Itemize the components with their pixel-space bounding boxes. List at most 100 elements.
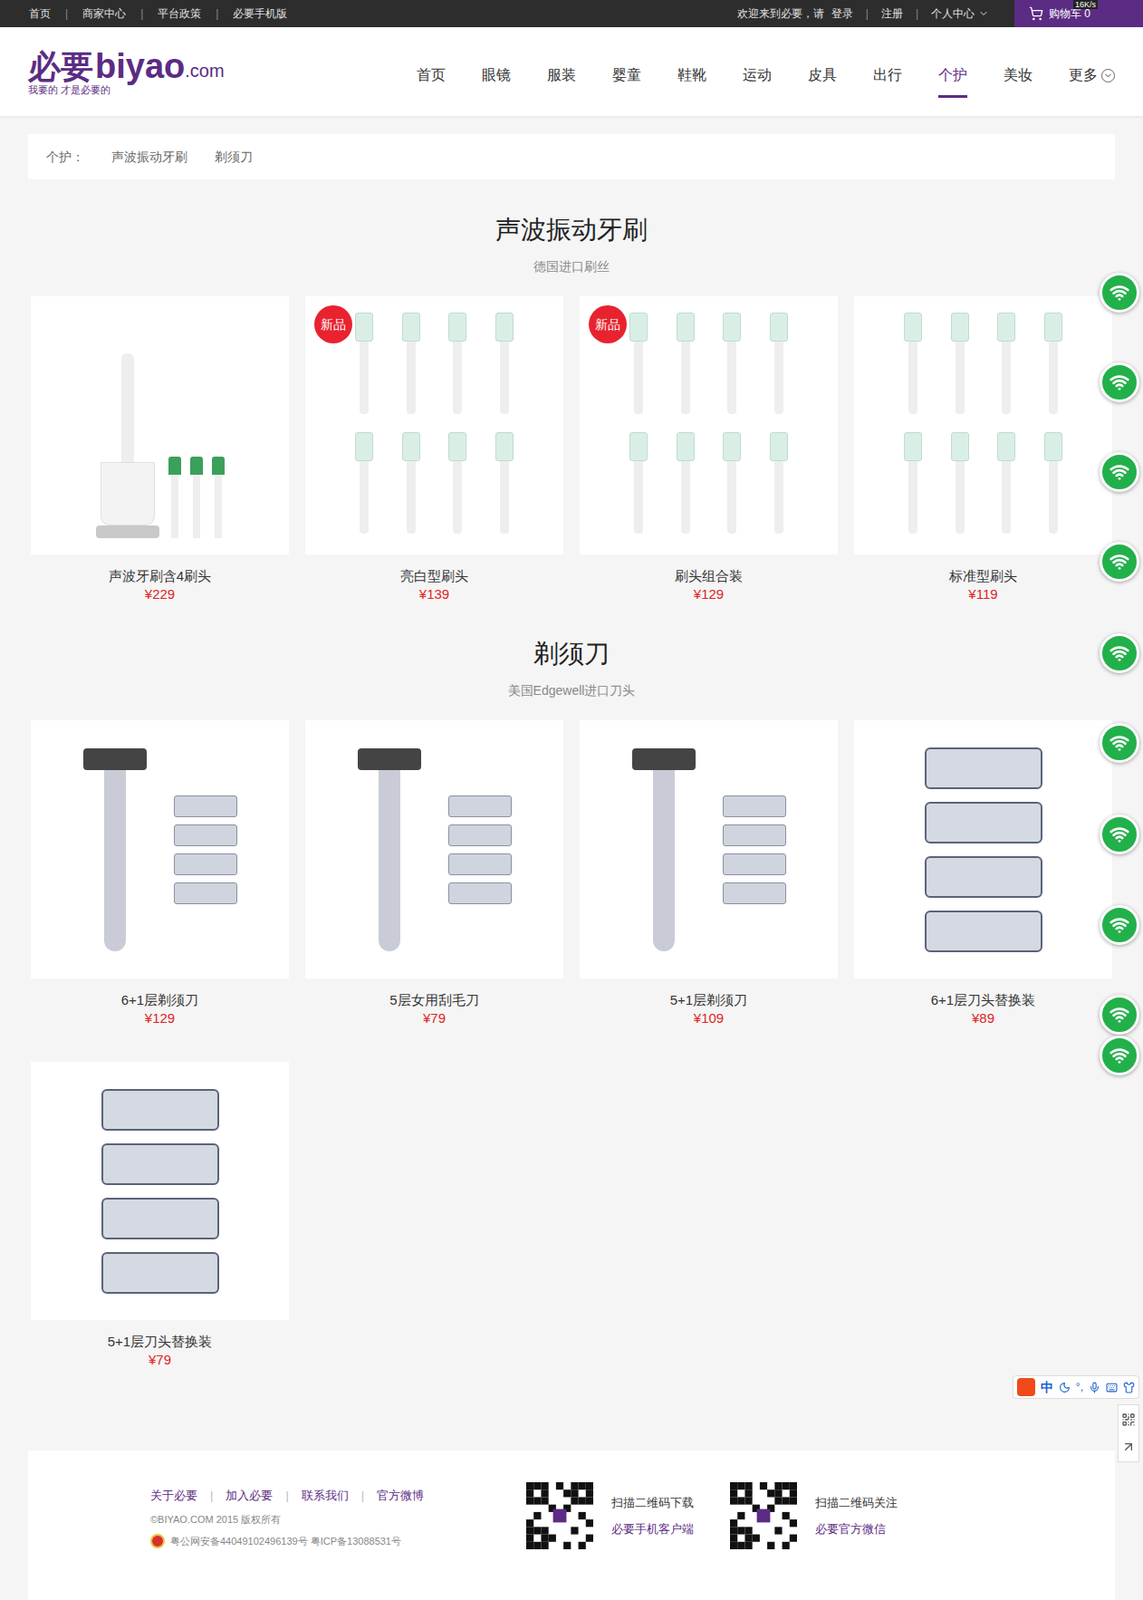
account-menu[interactable]: 个人中心 xyxy=(931,5,990,22)
breadcrumb: 个护：声波振动牙刷剃须刀 xyxy=(28,134,1115,180)
wifi-float-button[interactable] xyxy=(1099,814,1140,855)
product-image-box[interactable] xyxy=(854,296,1113,555)
product-image-box[interactable] xyxy=(30,296,289,555)
nav-item[interactable]: 首页 xyxy=(416,34,446,116)
product-grid: 声波牙刷含4刷头¥229新品亮白型刷头¥139新品刷头组合装¥129标准型刷头¥… xyxy=(28,296,1115,604)
product-card[interactable]: 5+1层刀头替换装¥79 xyxy=(30,1061,289,1369)
product-image-box[interactable] xyxy=(305,720,564,979)
wifi-icon xyxy=(1109,914,1130,935)
footer-link[interactable]: 关于必要 xyxy=(150,1486,198,1505)
product-card[interactable]: 5+1层剃须刀¥109 xyxy=(579,720,838,1028)
mic-icon[interactable] xyxy=(1088,1381,1101,1393)
top-link[interactable]: 平台政策 xyxy=(157,5,202,22)
product-name[interactable]: 5层女用刮毛刀 xyxy=(389,978,479,1009)
product-price: ¥119 xyxy=(968,585,998,604)
product-image-box[interactable] xyxy=(579,720,838,979)
welcome-text: 欢迎来到必要，请 xyxy=(737,5,825,22)
login-link[interactable]: 登录 xyxy=(831,5,854,22)
product-card[interactable]: 声波牙刷含4刷头¥229 xyxy=(30,296,289,604)
wifi-float-button[interactable] xyxy=(1099,994,1140,1035)
footer-link[interactable]: 联系我们 xyxy=(301,1486,349,1505)
ime-punct[interactable]: °, xyxy=(1075,1378,1084,1395)
top-link[interactable]: 必要手机版 xyxy=(232,5,288,22)
wifi-float-button[interactable] xyxy=(1099,722,1140,763)
nav-item[interactable]: 鞋靴 xyxy=(677,34,707,116)
product-price: ¥79 xyxy=(148,1350,172,1369)
product-image xyxy=(579,720,838,979)
nav-item[interactable]: 婴童 xyxy=(612,34,642,116)
product-name[interactable]: 声波牙刷含4刷头 xyxy=(108,554,212,586)
product-card[interactable]: 6+1层刀头替换装¥89 xyxy=(854,720,1113,1028)
keyboard-icon[interactable] xyxy=(1105,1381,1118,1393)
register-link[interactable]: 注册 xyxy=(881,5,903,22)
product-card[interactable]: 标准型刷头¥119 xyxy=(854,296,1113,604)
product-image-box[interactable] xyxy=(30,1061,289,1320)
top-link[interactable]: 首页 xyxy=(28,5,51,22)
qr-block: 扫描二维码关注必要官方微信 xyxy=(729,1481,898,1549)
wifi-icon xyxy=(1109,282,1130,303)
footer-link[interactable]: 官方微博 xyxy=(376,1486,424,1505)
product-image-box[interactable] xyxy=(30,720,289,979)
product-image-box[interactable]: 新品 xyxy=(579,296,838,555)
wifi-float-button[interactable] xyxy=(1099,272,1140,313)
moon-icon[interactable] xyxy=(1058,1381,1071,1393)
product-price: ¥129 xyxy=(144,1008,175,1028)
arrow-tool-icon[interactable] xyxy=(1121,1439,1136,1454)
section-subtitle: 德国进口刷丝 xyxy=(28,257,1115,276)
copyright: ©BIYAO.COM 2015 版权所有 xyxy=(150,1511,424,1528)
nav-item[interactable]: 美妆 xyxy=(1003,34,1033,116)
wifi-float-button[interactable] xyxy=(1099,1035,1140,1076)
footer-link[interactable]: 加入必要 xyxy=(225,1486,273,1505)
ime-logo-icon xyxy=(1017,1377,1036,1396)
nav-item[interactable]: 眼镜 xyxy=(481,34,511,116)
top-link[interactable]: 商家中心 xyxy=(82,5,126,22)
nav-underline xyxy=(938,95,968,98)
nav-item[interactable]: 个护 xyxy=(938,34,968,116)
product-card[interactable]: 6+1层剃须刀¥129 xyxy=(30,720,289,1028)
wifi-float-button[interactable] xyxy=(1099,541,1140,582)
new-badge: 新品 xyxy=(588,305,627,344)
nav-item[interactable]: 皮具 xyxy=(807,34,837,116)
product-image xyxy=(305,720,564,979)
qr-tool-icon[interactable] xyxy=(1121,1411,1136,1427)
logo[interactable]: 必要biyao.com我要的 才是必要的 xyxy=(28,48,225,96)
breadcrumb-item[interactable]: 剃须刀 xyxy=(214,147,253,167)
side-tools xyxy=(1117,1403,1140,1462)
more-chevron-icon xyxy=(1101,68,1115,83)
product-card[interactable]: 新品亮白型刷头¥139 xyxy=(305,296,564,604)
wifi-icon xyxy=(1109,824,1130,845)
product-card[interactable]: 5层女用刮毛刀¥79 xyxy=(305,720,564,1028)
product-name[interactable]: 5+1层剃须刀 xyxy=(670,978,748,1009)
page: 首页|商家中心|平台政策|必要手机版欢迎来到必要，请登录|注册|个人中心购物车 … xyxy=(0,0,1143,1600)
wifi-float-button[interactable] xyxy=(1099,633,1140,673)
product-name[interactable]: 6+1层刀头替换装 xyxy=(931,978,1036,1009)
product-name[interactable]: 刷头组合装 xyxy=(674,554,743,586)
nav-item[interactable]: 出行 xyxy=(873,34,903,116)
product-image-box[interactable]: 新品 xyxy=(305,296,564,555)
ime-mode[interactable]: 中 xyxy=(1040,1377,1054,1397)
wifi-icon xyxy=(1109,551,1130,572)
footer: 关于必要|加入必要|联系我们|官方微博©BIYAO.COM 2015 版权所有粤… xyxy=(28,1450,1115,1600)
top-bar: 首页|商家中心|平台政策|必要手机版欢迎来到必要，请登录|注册|个人中心购物车 … xyxy=(0,0,1143,28)
logo-tagline: 我要的 才是必要的 xyxy=(28,85,225,96)
product-image-box[interactable] xyxy=(854,720,1113,979)
cart-icon xyxy=(1028,6,1044,21)
product-grid: 6+1层剃须刀¥1295层女用刮毛刀¥795+1层剃须刀¥1096+1层刀头替换… xyxy=(28,720,1115,1369)
wifi-icon xyxy=(1109,643,1130,663)
cart-button[interactable]: 购物车 016K/s xyxy=(1014,0,1143,28)
nav-item[interactable]: 更多 xyxy=(1068,34,1115,116)
wifi-float-button[interactable] xyxy=(1099,904,1140,945)
product-price: ¥229 xyxy=(144,585,175,604)
skin-icon[interactable] xyxy=(1123,1381,1135,1393)
breadcrumb-item[interactable]: 声波振动牙刷 xyxy=(111,147,188,167)
nav-item[interactable]: 运动 xyxy=(742,34,772,116)
product-card[interactable]: 新品刷头组合装¥129 xyxy=(579,296,838,604)
product-image xyxy=(30,1061,289,1320)
product-name[interactable]: 6+1层剃须刀 xyxy=(121,978,199,1009)
wifi-float-button[interactable] xyxy=(1099,451,1140,492)
product-name[interactable]: 亮白型刷头 xyxy=(400,554,469,586)
product-name[interactable]: 标准型刷头 xyxy=(949,554,1018,586)
nav-item[interactable]: 服装 xyxy=(547,34,577,116)
product-name[interactable]: 5+1层刀头替换装 xyxy=(107,1319,212,1351)
wifi-float-button[interactable] xyxy=(1099,362,1140,403)
